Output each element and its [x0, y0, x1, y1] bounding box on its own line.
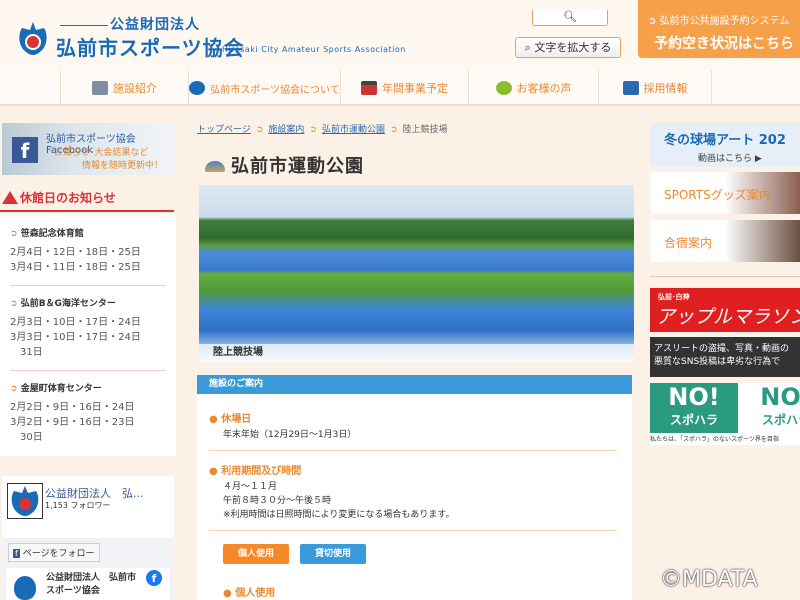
- card-page-name: 公益財団法人 弘前市: [46, 573, 137, 583]
- search-button[interactable]: 🔍︎: [532, 10, 608, 26]
- camp-label: 合宿案内: [664, 236, 713, 250]
- sns-warning-line2: 悪質なSNS投稿は卑劣な行為で: [654, 357, 781, 367]
- page-avatar[interactable]: [7, 483, 43, 519]
- charter-use-button[interactable]: 貸切使用: [300, 544, 366, 564]
- closed-dates: 2月2日・9日・16日・24日: [10, 402, 135, 413]
- facebook-icon: f: [146, 570, 162, 586]
- hours-label: 利用期間及び時間: [209, 462, 301, 477]
- logo-icon: [14, 576, 36, 600]
- marathon-sublabel: 弘前･白神: [658, 293, 690, 301]
- site-header: 公益財団法人 弘前市スポーツ協会 Hirosaki City Amateur S…: [0, 0, 800, 70]
- sns-warning-line1: アスリートの盗撮、写真・動画の: [654, 344, 790, 354]
- logo-icon: [189, 81, 206, 95]
- facebook-post-card[interactable]: 公益財団法人 弘前市 スポーツ協会 f: [6, 568, 170, 600]
- people-chat-icon: [495, 81, 512, 95]
- facility-closed-item: 弘前B＆G海洋センター 2月3日・10日・17日・24日 3月3日・10日・17…: [10, 296, 166, 371]
- play-icon: ▶: [754, 154, 762, 164]
- breadcrumb-current: 陸上競技場: [402, 125, 448, 135]
- watermark: ©MDATA: [660, 567, 758, 592]
- facebook-banner-line1: お知らせ･大会結果など: [54, 148, 149, 158]
- no-supohara-banner[interactable]: NO!スポハラ NO!スポハラ 私たちは、「スポハラ」のないスポーツ界を目指: [650, 383, 800, 445]
- facility-closed-item: 金屋町体育センター 2月2日・9日・16日・24日 3月2日・9日・16日・23…: [10, 381, 166, 455]
- closed-dates: 3月4日・11日・18日・25日: [10, 262, 141, 273]
- closed-dates: 3月2日・9日・16日・23日: [10, 417, 135, 428]
- facility-name[interactable]: 笹森記念体育館: [10, 226, 166, 239]
- apple-marathon-banner[interactable]: 弘前･白神 アップルマラソン: [650, 288, 800, 332]
- sports-goods-label: SPORTSグッズ案内: [664, 188, 771, 202]
- winter-art-banner[interactable]: 冬の球場アート 202 動画はこちら ▶: [650, 123, 800, 167]
- card-page-name-2: スポーツ協会: [46, 586, 100, 596]
- search-icon: 🔍︎: [563, 10, 577, 23]
- site-title[interactable]: 弘前市スポーツ協会: [56, 32, 245, 61]
- building-icon: [92, 81, 108, 95]
- nav-about[interactable]: 弘前市スポーツ協会について: [188, 70, 340, 106]
- closed-days-heading: 休館日のお知らせ: [0, 188, 174, 212]
- facility-info: 休場日 年末年始（12月29日～1月3日） 利用期間及び時間 ４月～１１月 午前…: [197, 394, 632, 600]
- facebook-widget: 公益財団法人 弘... 1,153 フォロワー f ページをフォロー 公益財団法…: [2, 476, 174, 600]
- closed-dates: 2月4日・12日・18日・25日: [10, 247, 141, 258]
- hours-time: 午前８時３０分～午後５時: [223, 496, 332, 506]
- site-title-en: Hirosaki City Amateur Sports Association: [222, 45, 406, 54]
- closed-dates: 31日: [10, 347, 43, 358]
- sns-warning-banner[interactable]: アスリートの盗撮、写真・動画の 悪質なSNS投稿は卑劣な行為で: [650, 337, 800, 377]
- nav-recruit[interactable]: 採用情報: [598, 70, 712, 106]
- stadium-icon: [205, 161, 225, 172]
- nav-customer-voice[interactable]: お客様の声: [468, 70, 598, 106]
- stadium-photo: 陸上競技場: [199, 185, 634, 362]
- marathon-title: アップルマラソン: [656, 306, 800, 328]
- closed-label: 休場日: [209, 410, 251, 425]
- nav-annual-schedule[interactable]: 年間事業予定: [340, 70, 468, 106]
- section-heading: 施設のご案内: [197, 375, 632, 394]
- sports-goods-banner[interactable]: SPORTSグッズ案内: [650, 172, 800, 214]
- logo-icon[interactable]: [18, 22, 48, 56]
- reservation-status-label: 予約空き状況はこちら: [654, 36, 794, 52]
- photo-caption: 陸上競技場: [199, 344, 634, 362]
- camp-banner[interactable]: 合宿案内: [650, 220, 800, 262]
- warning-icon: [2, 191, 18, 204]
- text-zoom-label: 文字を拡大する: [534, 41, 612, 54]
- closed-dates: 3月3日・10日・17日・24日: [10, 332, 141, 343]
- breadcrumb-top[interactable]: トップページ: [197, 125, 251, 135]
- closed-text: 年末年始（12月29日～1月3日）: [223, 430, 357, 440]
- personal-use-button[interactable]: 個人使用: [223, 544, 289, 564]
- closed-dates: 2月3日・10日・17日・24日: [10, 317, 141, 328]
- breadcrumb: トップページ ➲ 施設案内 ➲ 弘前市運動公園 ➲ 陸上競技場: [197, 125, 448, 135]
- supohara-note: 私たちは、「スポハラ」のないスポーツ界を目指: [650, 436, 779, 443]
- reservation-banner[interactable]: ➲ 弘前市公共施設予約システム 予約空き状況はこちら: [638, 0, 800, 58]
- winter-art-title: 冬の球場アート 202: [664, 133, 786, 148]
- calendar-icon: [361, 81, 377, 95]
- closed-dates: 30日: [10, 432, 43, 443]
- follow-page-button[interactable]: f ページをフォロー: [8, 543, 100, 562]
- breadcrumb-park[interactable]: 弘前市運動公園: [322, 125, 385, 135]
- hours-period: ４月～１１月: [223, 482, 278, 492]
- facility-name[interactable]: 弘前B＆G海洋センター: [10, 296, 166, 309]
- main-nav: 施設紹介 弘前市スポーツ協会について 年間事業予定 お客様の声 採用情報: [0, 70, 800, 106]
- facebook-banner[interactable]: f 弘前市スポーツ協会 Facebook お知らせ･大会結果など 情報を随時更新…: [2, 123, 175, 175]
- closed-days-list: 笹森記念体育館 2月4日・12日・18日・25日 3月4日・11日・18日・25…: [0, 214, 176, 456]
- org-type: 公益財団法人: [60, 14, 200, 34]
- facebook-icon: f: [13, 549, 20, 558]
- facebook-banner-line2: 情報を随時更新中！: [82, 161, 164, 171]
- reservation-system-label: ➲ 弘前市公共施設予約システム: [648, 16, 790, 27]
- facebook-icon: f: [12, 137, 38, 163]
- hours-note: ※利用時間は日照時間により変更になる場合もあります。: [223, 510, 455, 520]
- winter-art-sub: 動画はこちら ▶: [698, 154, 762, 164]
- personal-use-heading: 個人使用: [223, 584, 275, 599]
- text-zoom-button[interactable]: ⌕ 文字を拡大する: [515, 37, 621, 58]
- nav-facilities[interactable]: 施設紹介: [60, 70, 188, 106]
- breadcrumb-facilities[interactable]: 施設案内: [268, 125, 304, 135]
- users-icon: [622, 81, 639, 95]
- follower-count: 1,153 フォロワー: [45, 501, 111, 510]
- facility-closed-item: 笹森記念体育館 2月4日・12日・18日・25日 3月4日・11日・18日・25…: [10, 226, 166, 286]
- facility-name[interactable]: 金屋町体育センター: [10, 381, 166, 394]
- no-supohara-logo: NO! スポハラ: [650, 383, 738, 433]
- page-name-link[interactable]: 公益財団法人 弘...: [45, 485, 144, 501]
- page-title: 弘前市運動公園: [205, 152, 364, 178]
